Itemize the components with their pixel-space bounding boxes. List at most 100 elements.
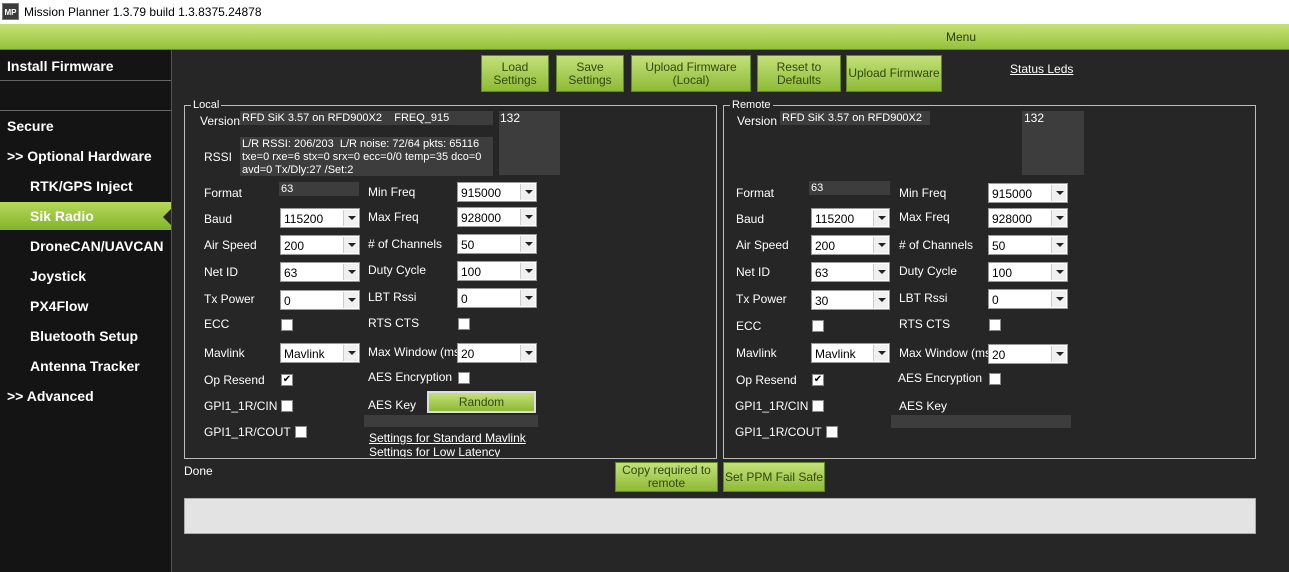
- remote-gpi1cout-checkbox[interactable]: [826, 426, 838, 438]
- remote-duty-select[interactable]: 100: [988, 262, 1068, 282]
- active-item-pointer: [163, 209, 171, 225]
- remote-lbt-select[interactable]: 0: [988, 289, 1068, 309]
- local-duty-select[interactable]: 100: [457, 261, 537, 281]
- status-leds-link[interactable]: Status Leds: [1010, 62, 1073, 76]
- remote-txpower-select[interactable]: 30: [811, 290, 890, 310]
- chevron-down-icon: [343, 237, 358, 253]
- local-minfreq-label: Min Freq: [368, 185, 416, 199]
- remote-channels-select[interactable]: 50: [988, 235, 1068, 255]
- remote-mavlink-label: Mavlink: [736, 346, 777, 360]
- low-latency-link[interactable]: Settings for Low Latency: [369, 445, 500, 457]
- chevron-down-icon: [520, 184, 535, 200]
- remote-rtscts-checkbox[interactable]: [989, 319, 1001, 331]
- local-maxwindow-select[interactable]: 20: [457, 343, 537, 363]
- menu-bar[interactable]: Menu: [0, 24, 1289, 50]
- local-aesenc-checkbox[interactable]: [458, 372, 470, 384]
- local-channels-select[interactable]: 50: [457, 234, 537, 254]
- chevron-down-icon: [1051, 185, 1066, 201]
- sidebar-item-sik-radio[interactable]: Sik Radio: [0, 202, 171, 230]
- local-rtscts-label: RTS CTS: [368, 316, 420, 330]
- save-settings-button[interactable]: Save Settings: [556, 55, 624, 92]
- local-aeskey-field[interactable]: [364, 415, 538, 427]
- remote-version-value: RFD SiK 3.57 on RFD900X2: [780, 111, 930, 125]
- remote-ecc-checkbox[interactable]: [812, 320, 824, 332]
- local-txpower-select[interactable]: 0: [280, 290, 360, 310]
- local-minfreq-select[interactable]: 915000: [457, 182, 537, 202]
- local-gpi1cout-label: GPI1_1R/COUT: [204, 425, 291, 439]
- remote-netid-select[interactable]: 63: [811, 262, 890, 282]
- sidebar-item-advanced[interactable]: >> Advanced: [0, 382, 171, 410]
- local-ecc-checkbox[interactable]: [281, 319, 293, 331]
- local-gpi1-checkbox[interactable]: [281, 400, 293, 412]
- remote-maxwindow-label: Max Window (ms): [899, 346, 996, 360]
- chevron-down-icon: [343, 345, 358, 361]
- remote-aeskey-field[interactable]: [891, 415, 1071, 428]
- remote-maxwindow-select[interactable]: 20: [988, 344, 1068, 364]
- sidebar-item-antenna-tracker[interactable]: Antenna Tracker: [0, 352, 171, 380]
- chevron-down-icon: [1051, 210, 1066, 226]
- local-rtscts-checkbox[interactable]: [458, 318, 470, 330]
- remote-baud-select[interactable]: 115200: [811, 208, 890, 228]
- chevron-down-icon: [873, 345, 888, 361]
- sidebar-item-optional-hardware[interactable]: >> Optional Hardware: [0, 142, 171, 170]
- sidebar: Install Firmware Secure >> Optional Hard…: [0, 50, 172, 572]
- chevron-down-icon: [343, 210, 358, 226]
- set-ppm-fail-safe-button[interactable]: Set PPM Fail Safe: [723, 462, 825, 492]
- local-format-value: 63: [279, 182, 359, 196]
- local-rssi-label: RSSI: [204, 150, 233, 164]
- remote-opresend-checkbox[interactable]: ✔: [812, 374, 824, 386]
- standard-mavlink-link[interactable]: Settings for Standard Mavlink: [369, 431, 526, 445]
- local-mavlink-select[interactable]: Mavlink: [280, 343, 360, 363]
- menu-label[interactable]: Menu: [946, 30, 976, 44]
- local-mavlink-label: Mavlink: [204, 346, 245, 360]
- local-opresend-label: Op Resend: [204, 373, 265, 387]
- remote-ecc-label: ECC: [736, 319, 762, 333]
- remote-lbt-label: LBT Rssi: [899, 291, 948, 305]
- local-maxfreq-select[interactable]: 928000: [457, 207, 537, 227]
- random-key-button[interactable]: Random: [427, 391, 536, 413]
- sidebar-item-install-firmware[interactable]: Install Firmware: [0, 52, 171, 80]
- local-rssi-value: L/R RSSI: 206/203 L/R noise: 72/64 pkts:…: [240, 137, 493, 176]
- remote-format-label: Format: [736, 186, 775, 200]
- local-aeskey-label: AES Key: [368, 398, 417, 412]
- chevron-down-icon: [873, 237, 888, 253]
- title-bar: MP Mission Planner 1.3.79 build 1.3.8375…: [0, 0, 1289, 24]
- local-group-title: Local: [191, 99, 222, 111]
- copy-to-remote-button[interactable]: Copy required to remote: [615, 462, 718, 492]
- remote-airspeed-select[interactable]: 200: [811, 235, 890, 255]
- sidebar-item-dronecan-uavcan[interactable]: DroneCAN/UAVCAN: [0, 232, 171, 260]
- remote-rtscts-label: RTS CTS: [899, 317, 951, 331]
- upload-firmware-button[interactable]: Upload Firmware: [846, 55, 942, 92]
- local-gpi1cout-checkbox[interactable]: [295, 426, 307, 438]
- local-format-label: Format: [204, 186, 243, 200]
- sidebar-item-px4flow[interactable]: PX4Flow: [0, 292, 171, 320]
- remote-minfreq-select[interactable]: 915000: [988, 183, 1068, 203]
- upload-firmware-local-button[interactable]: Upload Firmware (Local): [631, 55, 751, 92]
- sidebar-item-joystick[interactable]: Joystick: [0, 262, 171, 290]
- remote-maxfreq-select[interactable]: 928000: [988, 208, 1068, 228]
- local-version-number: 132: [500, 111, 521, 125]
- local-lbt-select[interactable]: 0: [457, 288, 537, 308]
- remote-group-title: Remote: [730, 99, 773, 111]
- reset-defaults-button[interactable]: Reset to Defaults: [757, 55, 841, 92]
- remote-aesenc-checkbox[interactable]: [989, 373, 1001, 385]
- local-airspeed-select[interactable]: 200: [280, 235, 360, 255]
- remote-duty-label: Duty Cycle: [899, 264, 958, 278]
- remote-mavlink-select[interactable]: Mavlink: [811, 343, 890, 363]
- sidebar-item-bluetooth-setup[interactable]: Bluetooth Setup: [0, 322, 171, 350]
- sidebar-item-secure[interactable]: Secure: [0, 112, 171, 140]
- local-netid-select[interactable]: 63: [280, 262, 360, 282]
- chevron-down-icon: [1051, 237, 1066, 253]
- local-maxfreq-label: Max Freq: [368, 210, 419, 224]
- remote-version-number: 132: [1024, 111, 1045, 125]
- remote-gpi1-checkbox[interactable]: [812, 400, 824, 412]
- sidebar-item-rtk-gps-inject[interactable]: RTK/GPS Inject: [0, 172, 171, 200]
- local-baud-select[interactable]: 115200: [280, 208, 360, 228]
- local-netid-label: Net ID: [204, 265, 239, 279]
- chevron-down-icon: [873, 292, 888, 308]
- chevron-down-icon: [520, 290, 535, 306]
- remote-format-value: 63: [809, 181, 890, 195]
- local-aesenc-label: AES Encryption: [368, 370, 453, 384]
- load-settings-button[interactable]: Load Settings: [481, 55, 549, 92]
- local-opresend-checkbox[interactable]: ✔: [281, 374, 293, 386]
